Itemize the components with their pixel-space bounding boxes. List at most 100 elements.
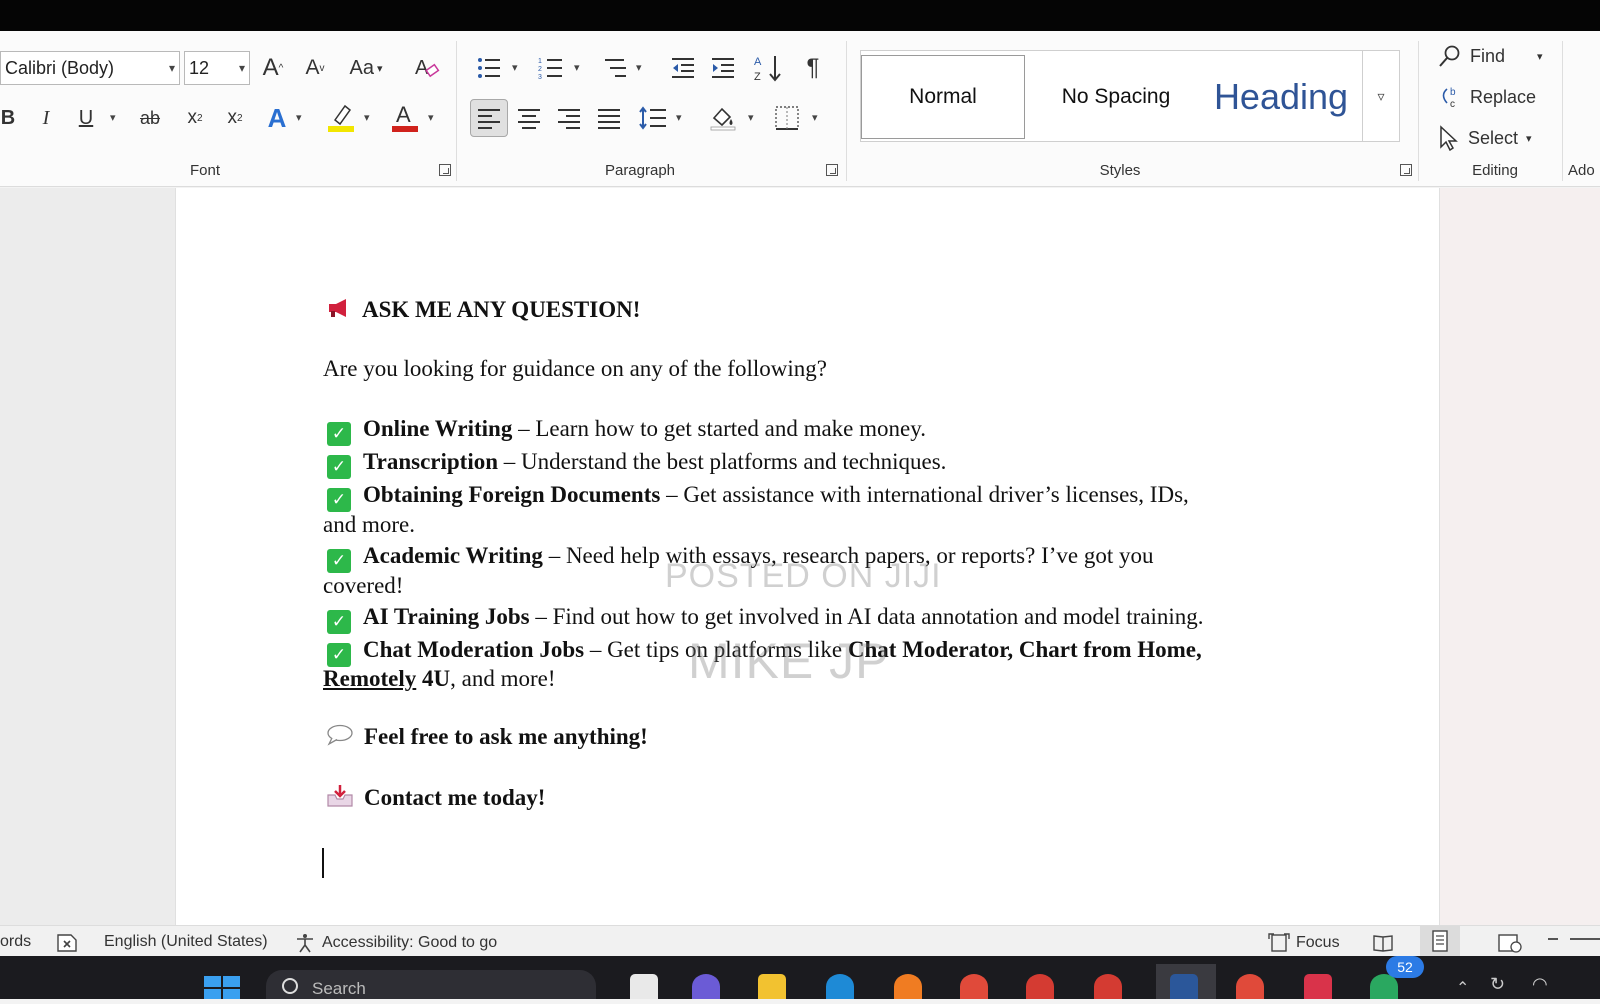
word-icon[interactable] bbox=[1170, 974, 1198, 999]
chevron-down-icon[interactable]: ▾ bbox=[748, 111, 754, 124]
chevron-down-icon[interactable]: ▾ bbox=[574, 61, 580, 74]
show-formatting-button[interactable]: ¶ bbox=[798, 51, 828, 85]
chevron-down-icon[interactable]: ▾ bbox=[512, 61, 518, 74]
taskbar-app-icon[interactable] bbox=[692, 974, 720, 999]
superscript-button[interactable]: x2 bbox=[222, 101, 248, 135]
highlight-button[interactable] bbox=[326, 99, 356, 135]
svg-text:A: A bbox=[754, 56, 762, 68]
print-layout-button[interactable] bbox=[1420, 926, 1460, 956]
style-normal-label: Normal bbox=[909, 85, 977, 108]
align-left-button[interactable] bbox=[470, 99, 508, 137]
chevron-down-icon[interactable]: ▾ bbox=[812, 111, 818, 124]
line-spacing-button[interactable] bbox=[638, 99, 668, 137]
group-separator bbox=[1562, 41, 1563, 181]
checkmark-icon: ✓ bbox=[327, 610, 351, 634]
multilevel-list-button[interactable] bbox=[600, 51, 630, 85]
firefox-icon[interactable] bbox=[894, 974, 922, 999]
chevron-down-icon[interactable]: ▾ bbox=[110, 111, 116, 124]
taskbar-app-icon[interactable] bbox=[630, 974, 658, 999]
inbox-tray-icon bbox=[326, 784, 354, 807]
subscript-button[interactable]: x2 bbox=[182, 101, 208, 135]
chevron-down-icon[interactable]: ▾ bbox=[428, 111, 434, 124]
increase-indent-button[interactable] bbox=[708, 51, 738, 85]
align-right-button[interactable] bbox=[554, 99, 584, 137]
chevron-down-icon[interactable]: ▾ bbox=[364, 111, 370, 124]
language-status[interactable]: English (United States) bbox=[104, 933, 268, 951]
bullets-button[interactable] bbox=[474, 51, 504, 85]
font-dialog-launcher[interactable] bbox=[439, 164, 451, 176]
italic-label: I bbox=[42, 106, 50, 129]
sort-button[interactable]: AZ bbox=[752, 51, 784, 85]
grow-font-button[interactable]: A ^ bbox=[258, 51, 288, 85]
styles-more-button[interactable]: ▿ bbox=[1362, 51, 1399, 141]
megaphone-icon bbox=[326, 297, 352, 317]
underline-button[interactable]: U bbox=[74, 101, 98, 135]
zoom-slider[interactable] bbox=[1548, 938, 1600, 940]
style-normal[interactable]: Normal bbox=[861, 55, 1025, 139]
checkmark-icon: ✓ bbox=[327, 422, 351, 446]
focus-button[interactable]: Focus bbox=[1268, 933, 1340, 953]
font-name-combo[interactable]: Calibri (Body) ▾ bbox=[0, 51, 180, 85]
find-button[interactable]: Find ▾ bbox=[1438, 44, 1543, 68]
chevron-down-icon[interactable]: ▾ bbox=[296, 111, 302, 124]
list-item-continuation: Remotely 4U, and more! bbox=[323, 664, 556, 693]
replace-button[interactable]: bc Replace bbox=[1438, 85, 1536, 109]
bold-button[interactable]: B bbox=[0, 101, 16, 135]
wifi-icon[interactable]: ◠ bbox=[1532, 974, 1548, 995]
list-item-continuation: and more. bbox=[323, 512, 415, 537]
chevron-up-icon[interactable]: ⌃ bbox=[1456, 978, 1469, 998]
folder-icon[interactable] bbox=[758, 974, 786, 999]
align-center-button[interactable] bbox=[514, 99, 544, 137]
paragraph-dialog-launcher[interactable] bbox=[826, 164, 838, 176]
borders-button[interactable] bbox=[772, 99, 802, 137]
search-icon bbox=[1439, 45, 1460, 67]
proofing-status[interactable] bbox=[56, 933, 78, 953]
focus-label: Focus bbox=[1296, 934, 1340, 951]
word-count[interactable]: ords bbox=[0, 933, 31, 951]
numbering-button[interactable]: 123 bbox=[536, 51, 566, 85]
chevron-down-icon[interactable]: ▾ bbox=[676, 111, 682, 124]
chrome-icon[interactable] bbox=[960, 974, 988, 999]
change-case-button[interactable]: Aa ▾ bbox=[342, 51, 390, 85]
font-color-icon: A bbox=[392, 102, 418, 132]
chrome-icon[interactable] bbox=[1094, 974, 1122, 999]
taskbar-search-box[interactable]: Search bbox=[266, 970, 596, 999]
status-bar: ords English (United States) Accessibili… bbox=[0, 925, 1600, 956]
accessibility-status[interactable]: Accessibility: Good to go bbox=[294, 933, 497, 953]
italic-button[interactable]: I bbox=[34, 101, 58, 135]
chrome-icon[interactable] bbox=[1026, 974, 1054, 999]
select-label: Select bbox=[1468, 127, 1519, 148]
style-no-spacing[interactable]: No Spacing bbox=[1031, 55, 1201, 139]
shading-button[interactable] bbox=[708, 99, 738, 137]
clear-formatting-button[interactable]: A bbox=[410, 51, 444, 85]
refresh-icon[interactable]: ↻ bbox=[1490, 974, 1505, 995]
chevron-down-icon[interactable]: ▾ bbox=[636, 61, 642, 74]
style-heading[interactable]: Heading bbox=[1201, 55, 1361, 139]
read-mode-button[interactable] bbox=[1372, 933, 1394, 953]
underline-label: U bbox=[78, 106, 94, 129]
borders-icon bbox=[775, 106, 799, 130]
web-layout-icon bbox=[1498, 934, 1522, 953]
group-separator bbox=[846, 41, 847, 181]
font-size-combo[interactable]: 12 ▾ bbox=[184, 51, 250, 85]
paint-bucket-icon bbox=[710, 107, 736, 131]
find-label: Find bbox=[1470, 45, 1506, 66]
shrink-font-label: A bbox=[305, 56, 320, 79]
strikethrough-button[interactable]: ab bbox=[136, 101, 164, 135]
font-color-button[interactable]: A bbox=[390, 99, 420, 135]
web-layout-button[interactable] bbox=[1498, 933, 1522, 953]
text-effects-button[interactable]: A bbox=[262, 101, 292, 135]
font-group-label: Font bbox=[189, 162, 220, 179]
shrink-font-button[interactable]: Av bbox=[300, 51, 330, 85]
chrome-icon[interactable] bbox=[1236, 974, 1264, 999]
justify-button[interactable] bbox=[594, 99, 624, 137]
replace-label: Replace bbox=[1470, 86, 1537, 107]
windows-start-icon[interactable] bbox=[204, 976, 240, 999]
styles-dialog-launcher[interactable] bbox=[1400, 164, 1412, 176]
notification-badge: 52 bbox=[1386, 956, 1424, 978]
decrease-indent-button[interactable] bbox=[668, 51, 698, 85]
edge-icon[interactable] bbox=[826, 974, 854, 999]
taskbar-app-icon[interactable] bbox=[1304, 974, 1332, 999]
select-button[interactable]: Select ▾ bbox=[1438, 125, 1532, 151]
addins-group-label: Ado bbox=[1568, 162, 1595, 179]
